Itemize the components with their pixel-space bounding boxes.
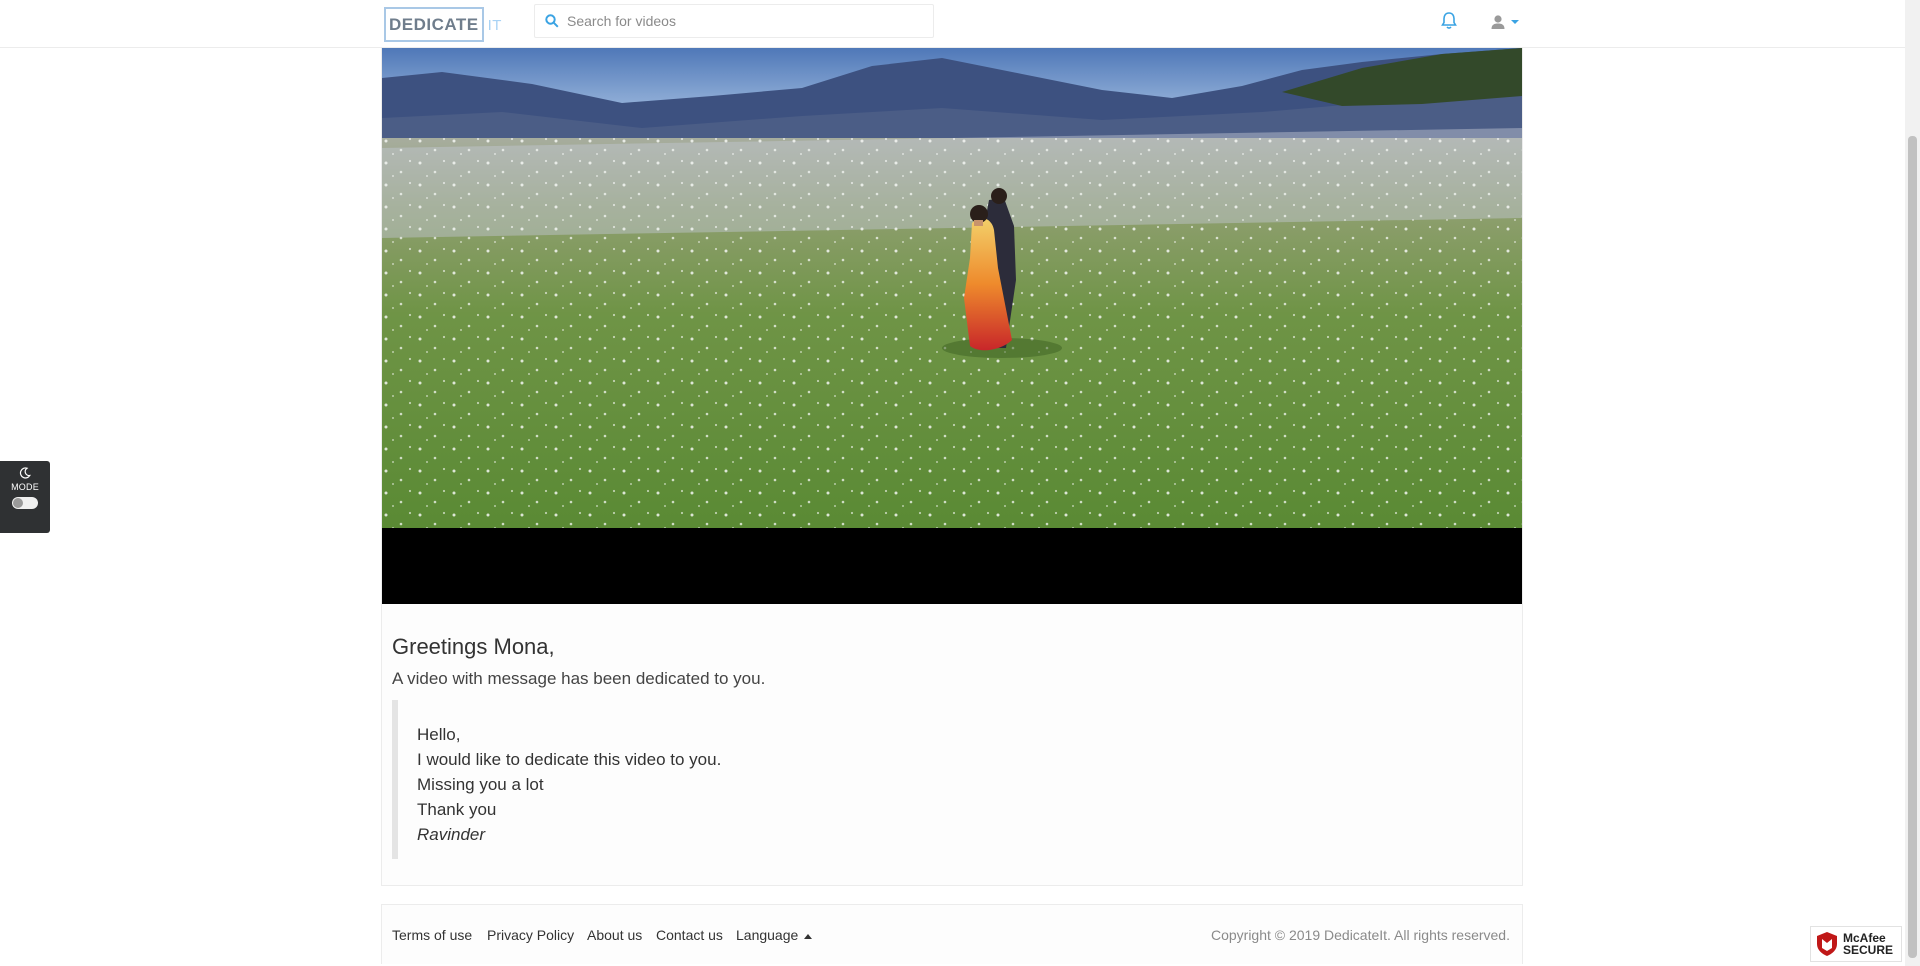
message-line: Hello,	[417, 725, 461, 744]
message-line: I would like to dedicate this video to y…	[417, 750, 722, 769]
video-frame-meadow-couple	[382, 48, 1522, 528]
message-line: Missing you a lot	[417, 775, 544, 794]
language-dropdown[interactable]: Language	[736, 927, 813, 943]
logo-main-text: DEDICATE	[384, 6, 484, 42]
user-avatar-icon	[1491, 15, 1505, 29]
mcafee-secure-badge[interactable]: McAfee SECURE	[1810, 926, 1902, 962]
user-menu[interactable]	[1490, 12, 1522, 32]
scrollbar-thumb[interactable]	[1908, 136, 1917, 958]
chevron-down-icon	[1511, 20, 1519, 24]
mcafee-shield-icon	[1817, 932, 1837, 956]
footer: Terms of use Privacy Policy About us Con…	[381, 904, 1523, 964]
dedication-subtitle: A video with message has been dedicated …	[392, 669, 766, 688]
dedicateit-logo[interactable]: DEDICATE IT	[384, 5, 502, 43]
notification-bell-icon[interactable]	[1440, 11, 1458, 31]
search-bar[interactable]	[534, 4, 934, 38]
mode-toggle-switch[interactable]	[12, 497, 38, 509]
privacy-policy-link[interactable]: Privacy Policy	[487, 927, 574, 943]
top-navbar: DEDICATE IT	[0, 0, 1905, 48]
language-label: Language	[736, 927, 799, 943]
badge-line-2: SECURE	[1843, 943, 1894, 957]
mode-label: MODE	[11, 482, 39, 492]
video-player[interactable]	[382, 48, 1522, 604]
caret-up-icon	[804, 933, 813, 939]
search-input[interactable]	[567, 13, 927, 29]
about-us-link[interactable]: About us	[587, 927, 642, 943]
dark-mode-panel: MODE	[0, 461, 50, 533]
terms-of-use-link[interactable]: Terms of use	[392, 927, 472, 943]
logo-suffix-text: IT	[487, 17, 502, 34]
contact-us-link[interactable]: Contact us	[656, 927, 723, 943]
message-signature: Ravinder	[417, 825, 486, 844]
page-scrollbar[interactable]	[1905, 0, 1920, 966]
moon-icon	[19, 467, 31, 479]
message-line: Thank you	[417, 800, 497, 819]
copyright-text: Copyright © 2019 DedicateIt. All rights …	[1210, 927, 1510, 943]
dedication-message: Hello, I would like to dedicate this vid…	[392, 700, 1192, 859]
greeting-heading: Greetings Mona,	[392, 634, 555, 659]
search-icon[interactable]	[545, 14, 559, 28]
